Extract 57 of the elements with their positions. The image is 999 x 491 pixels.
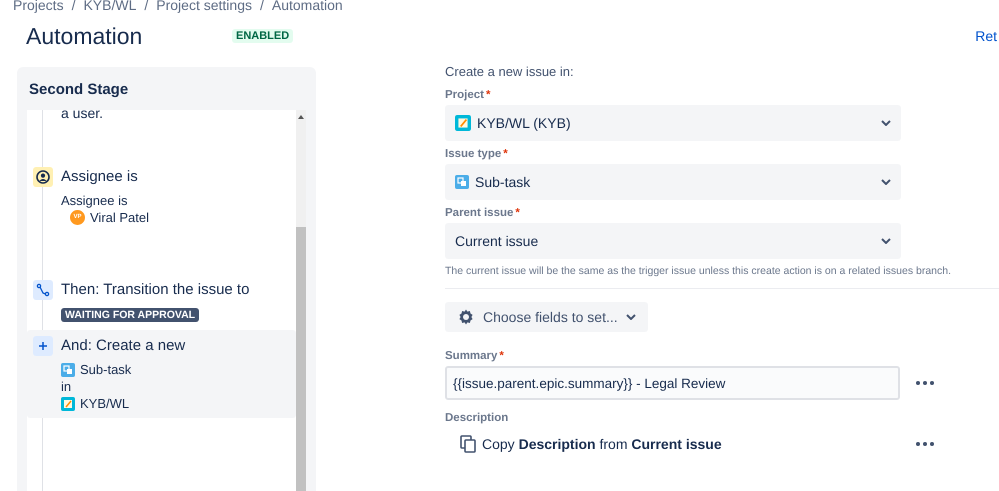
subtask-icon (61, 362, 75, 376)
component-title: Assignee is (61, 167, 139, 187)
rule-component[interactable]: Then: Transition the issue to WAITING FOR APPROVAL (27, 274, 296, 330)
required-mark: * (499, 350, 504, 362)
select-field[interactable]: Current issue (445, 223, 901, 259)
component-text: a user. (60, 110, 104, 123)
field-label: Description (445, 412, 510, 426)
subtask-icon (455, 175, 469, 189)
copy-icon (460, 435, 476, 453)
chevron-down-icon (881, 120, 891, 126)
user-name: Viral Patel (90, 209, 150, 226)
rule-title: Second Stage (28, 80, 130, 100)
select-field[interactable]: Sub-task (445, 164, 901, 200)
required-mark: * (503, 148, 508, 160)
more-icon[interactable] (916, 442, 934, 446)
field-label: Project (445, 89, 484, 101)
breadcrumb-link[interactable]: Project settings (156, 0, 252, 13)
path-icon (33, 280, 53, 300)
component-text: KYB/WL (80, 395, 130, 412)
breadcrumb-link[interactable]: Projects (13, 0, 64, 13)
status-lozenge: WAITING FOR APPROVAL (61, 308, 200, 322)
form-heading: Create a new issue in: (445, 64, 575, 81)
rule-component[interactable]: And: Create a new Sub-task in KYB/WL (27, 330, 296, 418)
component-text: Assignee is (61, 192, 128, 209)
field-label: Parent issue (445, 207, 514, 219)
component-text: in (61, 378, 72, 395)
chevron-down-icon (881, 238, 891, 244)
chevron-down-icon (881, 179, 891, 185)
breadcrumb-separator: / (144, 0, 148, 13)
breadcrumb-link[interactable]: KYB/WL (83, 0, 136, 13)
required-mark: * (486, 89, 490, 101)
status-lozenge: ENABLED (232, 29, 294, 43)
description-text: Copy Description from Current issue (482, 436, 722, 452)
return-link[interactable]: Ret (975, 28, 997, 44)
notepad-icon (455, 115, 471, 131)
select-field[interactable]: KYB/WL (KYB) (445, 105, 901, 141)
choose-fields-button[interactable]: Choose fields to set... (445, 302, 648, 332)
required-mark: * (515, 207, 520, 219)
component-text: Sub-task (80, 361, 132, 378)
breadcrumb-separator: / (72, 0, 76, 13)
breadcrumb-separator: / (260, 0, 264, 13)
component-title: Then: Transition the issue to (61, 280, 250, 300)
person-icon (33, 167, 53, 187)
scroll-up-arrow-icon[interactable] (298, 115, 304, 119)
summary-input[interactable]: {{issue.parent.epic.summary}} - Legal Review (445, 366, 900, 400)
chevron-down-icon (626, 314, 636, 320)
more-icon[interactable] (916, 381, 934, 385)
field-label: Summary (445, 350, 498, 362)
field-label: Issue type (445, 148, 502, 160)
component-title: And: Create a new (61, 336, 186, 356)
helper-text: The current issue will be the same as the trigger issue unless this create action is on a related issues branch. (445, 264, 952, 278)
scrollbar[interactable] (296, 110, 306, 491)
page-title: Automation (26, 22, 144, 50)
gear-icon (457, 308, 475, 326)
notepad-icon (61, 396, 75, 410)
breadcrumb-link[interactable]: Automation (272, 0, 343, 13)
plus-icon (33, 336, 53, 356)
